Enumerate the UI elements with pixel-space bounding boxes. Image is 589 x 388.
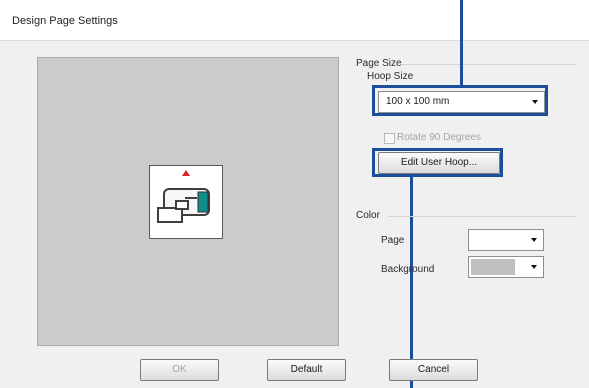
sewing-machine-icon [157, 170, 210, 223]
color-label: Color [356, 210, 380, 221]
background-color-swatch [471, 259, 515, 275]
default-button[interactable]: Default [267, 359, 346, 381]
dropdown-arrow-icon [531, 238, 537, 242]
edit-user-hoop-callout-line [410, 177, 413, 388]
page-size-label: Page Size [356, 58, 402, 69]
cancel-button[interactable]: Cancel [389, 359, 478, 381]
rotate-label: Rotate 90 Degrees [397, 132, 481, 143]
background-color-label: Background [381, 264, 435, 275]
edit-user-hoop-highlight [372, 148, 503, 177]
page-size-divider [401, 64, 576, 65]
hoop-size-label: Hoop Size [367, 71, 414, 82]
ok-button[interactable]: OK [140, 359, 219, 381]
hoop-size-highlight [372, 85, 548, 116]
hoop-size-callout-line [460, 0, 463, 87]
dialog-title: Design Page Settings [12, 15, 118, 27]
dropdown-arrow-icon [531, 265, 537, 269]
rotate-checkbox[interactable] [384, 133, 395, 144]
page-color-select[interactable] [468, 229, 544, 251]
color-divider [388, 216, 576, 217]
design-page-settings-dialog: Design Page Settings Page Size Hoop Size… [0, 0, 589, 388]
page-color-label: Page [381, 235, 405, 246]
title-divider [0, 40, 589, 41]
background-color-select[interactable] [468, 256, 544, 278]
hoop-sewing-machine-icon [149, 165, 223, 239]
dialog-title-bar: Design Page Settings [0, 0, 589, 41]
